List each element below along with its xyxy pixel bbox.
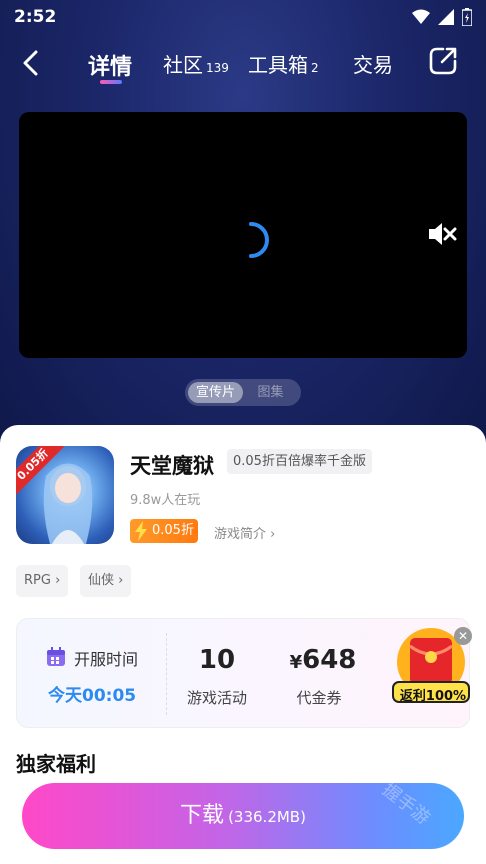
tag-chip-xianxia[interactable]: 仙侠 ›	[80, 565, 132, 597]
rebate-text: 返利100%	[399, 689, 467, 704]
status-time: 2:52	[14, 7, 57, 27]
server-open-time: 今天00:05	[48, 686, 137, 706]
discount-label: 0.05折	[152, 523, 194, 538]
calendar-icon	[47, 647, 65, 666]
close-rebate-icon[interactable]: ✕	[454, 627, 472, 645]
signal-icon	[438, 9, 454, 25]
voucher-currency: ¥	[289, 652, 303, 673]
lightning-icon	[135, 521, 147, 541]
tab-toolbox-badge: 2	[311, 61, 319, 75]
status-bar: 2:52	[0, 0, 486, 34]
share-icon[interactable]	[428, 46, 458, 76]
chevron-right-icon: ›	[270, 527, 276, 542]
game-intro-label: 游戏简介	[214, 527, 267, 542]
status-icons	[412, 8, 472, 26]
tag-chip-label: RPG	[24, 573, 51, 588]
download-label: 下载	[180, 803, 225, 828]
game-intro-link[interactable]: 游戏简介 ›	[214, 523, 275, 542]
chevron-right-icon: ›	[118, 573, 124, 588]
tab-toolbox-label: 工具箱	[248, 53, 308, 77]
server-open-label: 开服时间	[74, 650, 139, 669]
back-arrow-icon[interactable]	[16, 48, 46, 78]
tab-trade-label: 交易	[353, 53, 393, 77]
wifi-icon	[412, 9, 430, 24]
top-navigation: 详情 社区 139 工具箱 2 交易	[0, 40, 486, 86]
game-title: 天堂魔狱	[130, 454, 214, 478]
voucher-amount: 648	[302, 645, 357, 675]
tab-details[interactable]: 详情	[88, 49, 132, 81]
chevron-right-icon: ›	[55, 573, 61, 588]
voucher-label[interactable]: 代金券	[289, 687, 349, 708]
tab-trade[interactable]: 交易	[353, 49, 393, 78]
card-divider	[166, 633, 167, 715]
game-app-icon: 0.05折	[16, 446, 114, 544]
tab-toolbox[interactable]: 工具箱 2	[248, 49, 319, 78]
activities-count[interactable]: 10	[197, 645, 237, 675]
battery-icon	[462, 8, 472, 26]
promo-video-player[interactable]	[19, 112, 467, 358]
media-toggle: 宣传片 图集	[185, 379, 301, 406]
toggle-gallery[interactable]: 图集	[243, 382, 298, 403]
exclusive-benefits-title: 独家福利	[16, 752, 96, 776]
game-version-tag: 0.05折百倍爆率千金版	[227, 449, 372, 474]
activities-label[interactable]: 游戏活动	[183, 687, 251, 708]
discount-badge: 0.05折	[130, 519, 198, 543]
tab-community-label: 社区	[163, 53, 203, 77]
tab-active-indicator	[100, 80, 122, 84]
tag-chip-label: 仙侠	[88, 573, 115, 588]
loading-spinner-icon	[249, 222, 269, 258]
tab-community-badge: 139	[206, 61, 229, 75]
tab-community[interactable]: 社区 139	[163, 49, 229, 78]
mute-icon[interactable]	[427, 220, 457, 248]
tag-chip-rpg[interactable]: RPG ›	[16, 565, 69, 597]
players-count: 9.8w人在玩	[130, 493, 201, 508]
voucher-amount-group[interactable]: ¥648	[283, 645, 363, 675]
tab-details-label: 详情	[88, 55, 133, 80]
download-size: (336.2MB)	[228, 808, 306, 826]
toggle-promo-video[interactable]: 宣传片	[188, 382, 243, 403]
